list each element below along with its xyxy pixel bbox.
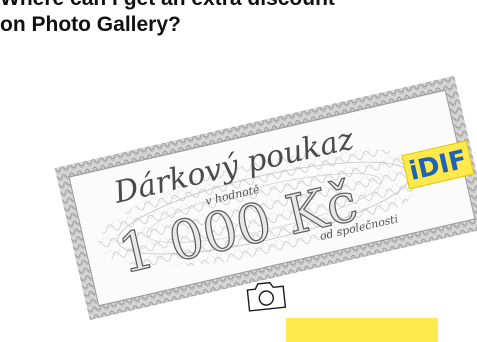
gift-voucher-image: Dárkový poukaz v hodnotě 1 000 Kč od spo… <box>0 0 477 325</box>
camera-icon <box>244 276 290 314</box>
gift-voucher-graphic: Dárkový poukaz v hodnotě 1 000 Kč od spo… <box>54 75 477 321</box>
cta-button[interactable] <box>286 318 438 342</box>
